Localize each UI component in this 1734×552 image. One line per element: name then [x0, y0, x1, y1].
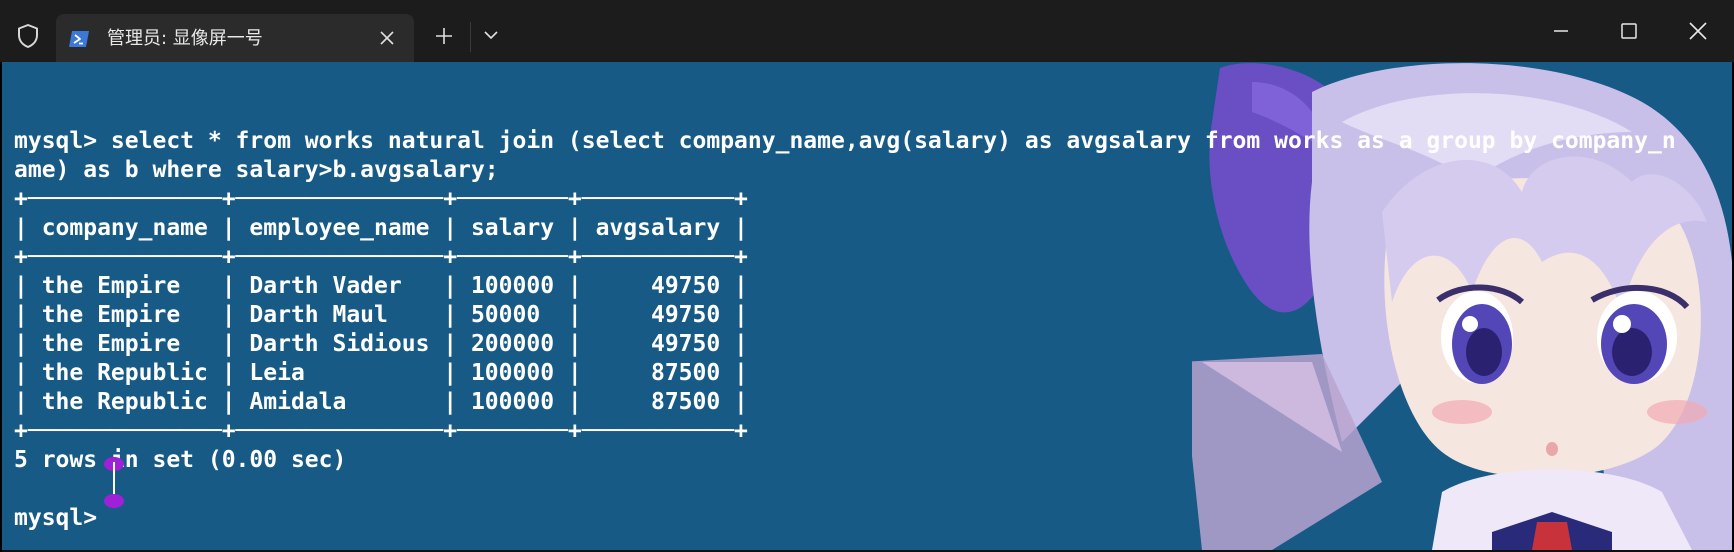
terminal-output: mysql> select * from works natural join …: [14, 98, 1676, 533]
terminal-line: | the Empire | Darth Vader | 100000 | 49…: [14, 273, 748, 299]
terminal-line: | the Empire | Darth Sidious | 200000 | …: [14, 331, 748, 357]
minimize-icon[interactable]: [1552, 22, 1570, 40]
plus-icon[interactable]: [433, 25, 455, 47]
terminal-line: +──────────────+───────────────+────────…: [14, 186, 748, 212]
close-icon[interactable]: [1688, 21, 1708, 41]
tab-title: 管理员: 显像屏一号: [107, 28, 263, 49]
titlebar-divider: [470, 22, 471, 52]
tab-terminal[interactable]: 管理员: 显像屏一号: [56, 14, 414, 62]
shield-icon: [18, 24, 38, 48]
caret-bottom-handle[interactable]: [104, 494, 124, 508]
terminal-line: +──────────────+───────────────+────────…: [14, 418, 748, 444]
terminal-line: | company_name | employee_name | salary …: [14, 215, 748, 241]
terminal-line: | the Republic | Leia | 100000 | 87500 |: [14, 360, 748, 386]
terminal-line: | the Republic | Amidala | 100000 | 8750…: [14, 389, 748, 415]
chevron-down-icon[interactable]: [482, 28, 500, 42]
terminal-line: +──────────────+───────────────+────────…: [14, 244, 748, 270]
terminal-line: | the Empire | Darth Maul | 50000 | 4975…: [14, 302, 748, 328]
text-cursor: [113, 462, 115, 496]
powershell-icon: [69, 31, 89, 47]
terminal-prompt[interactable]: mysql>: [14, 505, 111, 531]
terminal-line: 5 rows in set (0.00 sec): [14, 447, 347, 473]
close-icon[interactable]: [378, 29, 396, 47]
terminal-line: ame) as b where salary>b.avgsalary;: [14, 157, 499, 183]
terminal-pane[interactable]: mysql> select * from works natural join …: [2, 62, 1732, 552]
title-bar[interactable]: 管理员: 显像屏一号: [0, 0, 1734, 62]
terminal-line: mysql> select * from works natural join …: [14, 128, 1676, 154]
maximize-icon[interactable]: [1620, 22, 1638, 40]
terminal-window: 管理员: 显像屏一号 mysql> select * from works na…: [0, 0, 1734, 552]
